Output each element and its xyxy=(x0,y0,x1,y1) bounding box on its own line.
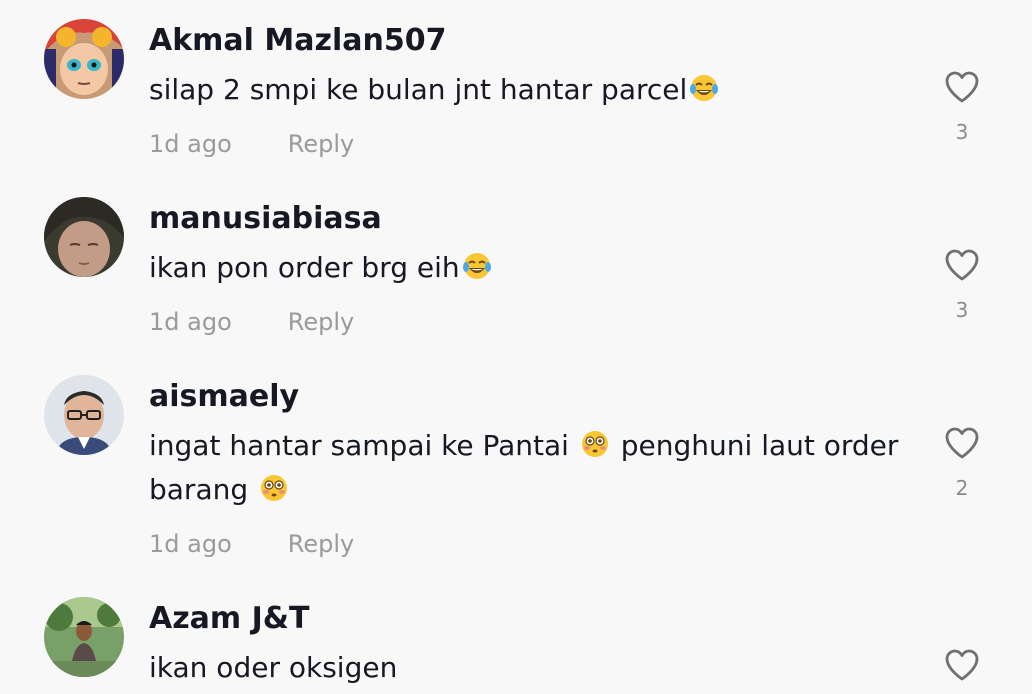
comment-username[interactable]: Azam J&T xyxy=(149,599,309,639)
like-button[interactable]: 3 xyxy=(938,248,986,322)
like-button[interactable] xyxy=(938,648,986,682)
heart-outline-icon xyxy=(945,649,979,681)
comment-text-content: ikan oder oksigen xyxy=(149,651,398,684)
like-count: 3 xyxy=(955,120,969,144)
comment-text: ingat hantar sampai ke Pantai penghuni l… xyxy=(149,424,899,512)
like-count: 3 xyxy=(955,298,969,322)
heart-outline-icon xyxy=(945,71,979,103)
comment-username[interactable]: aismaely xyxy=(149,377,299,417)
comment-text: silap 2 smpi ke bulan jnt hantar parcel xyxy=(149,68,899,112)
comment-timestamp: 1d ago xyxy=(149,530,232,558)
comment-meta: 1d ago Reply xyxy=(149,306,354,338)
flushed-face-emoji xyxy=(580,428,610,458)
like-button[interactable]: 3 xyxy=(938,70,986,144)
reply-button[interactable]: Reply xyxy=(288,130,354,158)
comment-list: Akmal Mazlan507 silap 2 smpi ke bulan jn… xyxy=(0,0,1032,694)
heart-outline-icon xyxy=(945,249,979,281)
avatar[interactable] xyxy=(44,375,124,455)
flushed-face-emoji xyxy=(259,472,289,502)
comment-meta: 1d ago Reply xyxy=(149,528,354,560)
like-button[interactable]: 2 xyxy=(938,426,986,500)
avatar[interactable] xyxy=(44,597,124,677)
avatar[interactable] xyxy=(44,19,124,99)
comment-text-content: ingat hantar sampai ke Pantai xyxy=(149,429,578,462)
face-with-tears-of-joy-emoji xyxy=(689,72,719,102)
reply-button[interactable]: Reply xyxy=(288,308,354,336)
comment-meta: 1d ago Reply xyxy=(149,128,354,160)
comment-username[interactable]: manusiabiasa xyxy=(149,199,382,239)
comment-text: ikan pon order brg eih xyxy=(149,246,899,290)
comment-timestamp: 1d ago xyxy=(149,130,232,158)
comment-text: ikan oder oksigen xyxy=(149,646,899,690)
comment-text-content: ikan pon order brg eih xyxy=(149,251,460,284)
reply-button[interactable]: Reply xyxy=(288,530,354,558)
comment-text-content: silap 2 smpi ke bulan jnt hantar parcel xyxy=(149,73,688,106)
like-count: 2 xyxy=(955,476,969,500)
face-with-tears-of-joy-emoji xyxy=(462,250,492,280)
comment-username[interactable]: Akmal Mazlan507 xyxy=(149,21,446,61)
heart-outline-icon xyxy=(945,427,979,459)
comment-timestamp: 1d ago xyxy=(149,308,232,336)
avatar[interactable] xyxy=(44,197,124,277)
